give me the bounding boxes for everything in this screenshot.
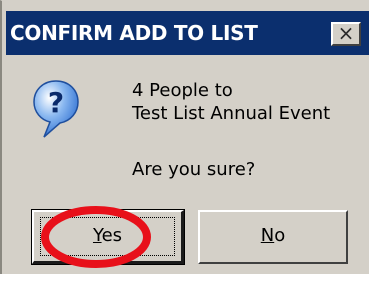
- yes-button[interactable]: Yes: [31, 209, 185, 265]
- focus-rectangle: [40, 217, 175, 256]
- svg-text:?: ?: [48, 86, 64, 119]
- dialog-message: 4 People to Test List Annual Event: [132, 79, 330, 125]
- no-label-rest: o: [274, 225, 286, 246]
- title-bar: CONFIRM ADD TO LIST ×: [6, 11, 369, 55]
- close-button[interactable]: ×: [331, 22, 361, 46]
- no-mnemonic: N: [260, 225, 275, 246]
- question-icon: ?: [33, 80, 79, 138]
- dialog-title: CONFIRM ADD TO LIST: [10, 21, 258, 45]
- close-icon: ×: [337, 21, 355, 45]
- confirm-dialog: CONFIRM ADD TO LIST × ? 4 People to Test…: [0, 0, 369, 282]
- confirm-question: Are you sure?: [132, 159, 256, 180]
- message-line-1: 4 People to: [132, 80, 233, 101]
- bottom-strip: [0, 274, 369, 282]
- no-button[interactable]: No: [198, 210, 348, 264]
- message-line-2: Test List Annual Event: [132, 103, 331, 124]
